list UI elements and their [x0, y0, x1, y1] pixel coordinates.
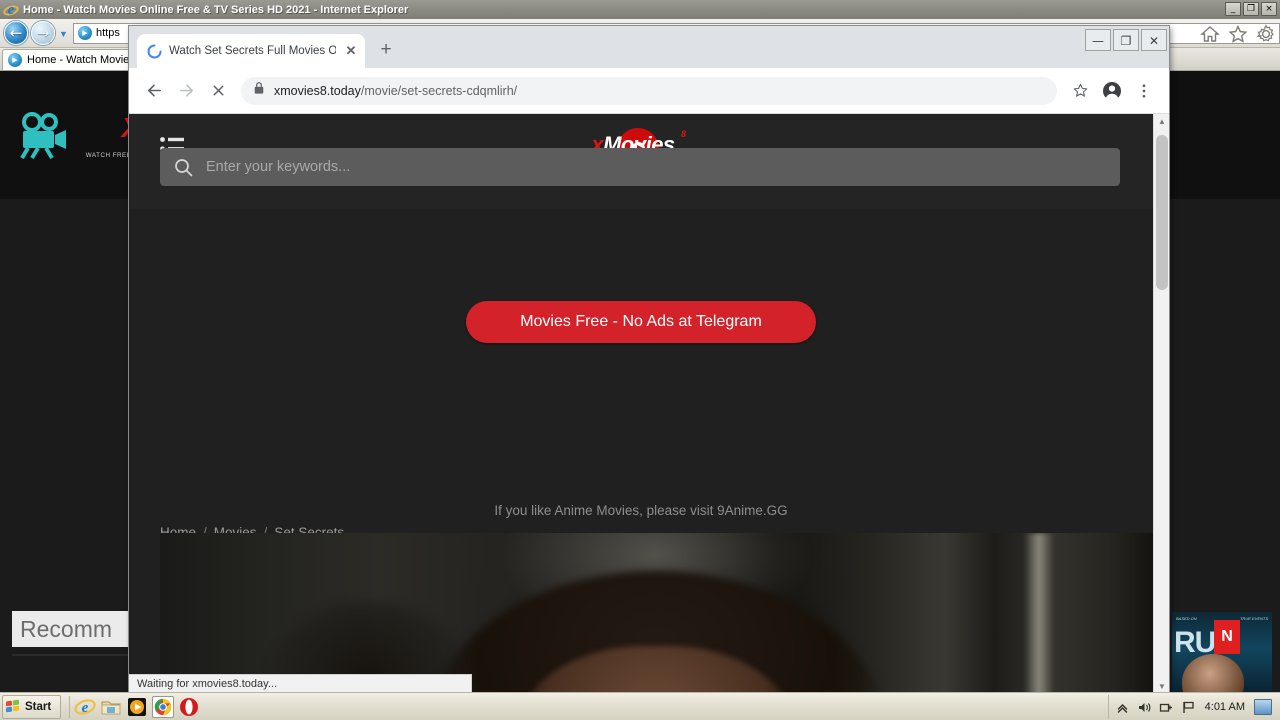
ie-history-dropdown-icon[interactable]: ▼ — [57, 21, 70, 45]
chrome-tab-title: Watch Set Secrets Full Movies Online — [169, 45, 336, 57]
movie-video-frame[interactable] — [160, 533, 1153, 695]
taskbar-explorer-folder-icon[interactable] — [100, 696, 122, 718]
gear-icon[interactable] — [1256, 23, 1276, 44]
desktop-screen: e Home - Watch Movies Online Free & TV S… — [0, 0, 1280, 720]
three-dot-menu-icon[interactable] — [1129, 76, 1159, 106]
ie-back-button[interactable]: ← — [4, 21, 28, 45]
telegram-promo-button[interactable]: Movies Free - No Ads at Telegram — [466, 301, 816, 343]
chrome-url-text: xmovies8.today/movie/set-secrets-cdqmlir… — [274, 84, 517, 98]
netflix-badge: N — [1214, 620, 1240, 654]
ie-window-title: Home - Watch Movies Online Free & TV Ser… — [23, 3, 409, 16]
netflix-badge-letter: N — [1221, 628, 1233, 645]
chrome-maximize-button[interactable]: ❐ — [1113, 29, 1139, 51]
stop-loading-icon[interactable] — [203, 76, 233, 106]
taskbar: Start e 4:01 AM — [0, 692, 1280, 720]
chrome-new-tab-button[interactable]: + — [375, 39, 397, 61]
status-bubble: Waiting for xmovies8.today... — [129, 674, 472, 693]
chrome-browser-window[interactable]: Watch Set Secrets Full Movies Online ✕ +… — [129, 26, 1169, 695]
scrollbar-thumb[interactable] — [1156, 135, 1168, 290]
scroll-up-arrow-icon[interactable]: ▲ — [1154, 114, 1170, 130]
ie-logo-tagline: WATCH FREE — [85, 151, 132, 159]
ie-tab-favicon-icon — [8, 53, 22, 67]
taskbar-google-chrome-icon[interactable] — [152, 695, 175, 718]
start-button-label: Start — [25, 700, 52, 713]
start-button[interactable]: Start — [2, 694, 62, 719]
search-icon — [174, 158, 193, 177]
ie-address-text: https — [96, 27, 120, 39]
ie-toolbar-icons — [1200, 19, 1276, 48]
chrome-address-bar[interactable]: xmovies8.today/movie/set-secrets-cdqmlir… — [241, 76, 1057, 105]
ie-minimize-button[interactable]: _ — [1225, 2, 1241, 16]
status-text: Waiting for xmovies8.today... — [137, 678, 277, 690]
star-icon[interactable] — [1065, 76, 1095, 106]
chrome-minimize-button[interactable]: — — [1085, 29, 1111, 51]
search-bar[interactable] — [160, 148, 1120, 186]
chrome-tab[interactable]: Watch Set Secrets Full Movies Online ✕ — [137, 34, 365, 68]
home-icon[interactable] — [1200, 24, 1220, 44]
site-header: xMovies 8 WATCH FREE MOVIES ONLINE — [129, 114, 1153, 209]
ie-window-controls: _ ❐ × — [1225, 2, 1277, 16]
run-poster-tiny-left: BASED ON — [1176, 616, 1197, 621]
ie-tab-label: Home - Watch Movie — [27, 54, 130, 66]
ie-tab[interactable]: Recomm Home - Watch Movie — [2, 49, 139, 70]
show-hidden-icons-icon[interactable] — [1115, 700, 1130, 715]
chrome-toolbar: xmovies8.today/movie/set-secrets-cdqmlir… — [129, 68, 1169, 114]
ie-title-bar: e Home - Watch Movies Online Free & TV S… — [0, 0, 1280, 19]
logo-superscript-8: 8 — [680, 129, 686, 139]
chrome-tab-close-button[interactable]: ✕ — [343, 43, 359, 59]
run-poster-tiny-right: TRUE EVENTS — [1239, 616, 1268, 621]
ie-maximize-button[interactable]: ❐ — [1243, 2, 1259, 16]
run-poster-face — [1182, 654, 1244, 694]
taskbar-clock[interactable]: 4:01 AM — [1205, 701, 1245, 713]
volume-icon[interactable] — [1137, 700, 1152, 715]
show-desktop-icon[interactable] — [1254, 699, 1272, 715]
recommended-heading-text: Recomm — [20, 615, 113, 642]
chrome-window-controls: — ❐ ✕ — [1085, 26, 1169, 56]
ie-forward-button[interactable]: → — [31, 21, 55, 45]
taskbar-opera-browser-icon[interactable] — [178, 696, 200, 718]
internet-explorer-icon: e — [2, 2, 20, 18]
page-scrollbar[interactable]: ▲ ▼ — [1153, 114, 1169, 695]
quick-launch-bar: e — [69, 695, 200, 718]
site-body: Movies Free - No Ads at Telegram If you … — [129, 209, 1153, 695]
anime-note-text: If you like Anime Movies, please visit 9… — [494, 503, 788, 518]
taskbar-media-player-icon[interactable] — [126, 696, 148, 718]
page-viewport: xMovies 8 WATCH FREE MOVIES ONLINE — [129, 114, 1169, 695]
back-arrow-icon[interactable] — [139, 76, 169, 106]
loading-spinner-icon — [147, 44, 162, 59]
account-icon[interactable] — [1097, 76, 1127, 106]
forward-arrow-icon — [171, 76, 201, 106]
chrome-tab-bar: Watch Set Secrets Full Movies Online ✕ +… — [129, 26, 1169, 68]
chrome-close-button[interactable]: ✕ — [1141, 29, 1167, 51]
network-icon[interactable] — [1159, 700, 1174, 715]
taskbar-internet-explorer-icon[interactable]: e — [74, 696, 96, 718]
url-host: xmovies8.today — [274, 83, 361, 98]
action-center-flag-icon[interactable] — [1181, 700, 1196, 715]
movie-poster-run[interactable]: BASED ON TRUE EVENTS RUN N — [1172, 612, 1272, 694]
video-background-light — [1023, 533, 1054, 695]
system-tray: 4:01 AM — [1107, 695, 1278, 719]
ie-close-button[interactable]: × — [1261, 2, 1277, 16]
film-camera-icon — [16, 111, 72, 160]
url-path: /movie/set-secrets-cdqmlirh/ — [360, 83, 518, 98]
site-favicon-icon — [78, 26, 92, 40]
search-input[interactable] — [206, 159, 1106, 175]
svg-text:e: e — [82, 700, 89, 716]
star-icon[interactable] — [1228, 24, 1248, 44]
windows-flag-icon — [6, 699, 21, 714]
lock-icon — [253, 81, 265, 100]
